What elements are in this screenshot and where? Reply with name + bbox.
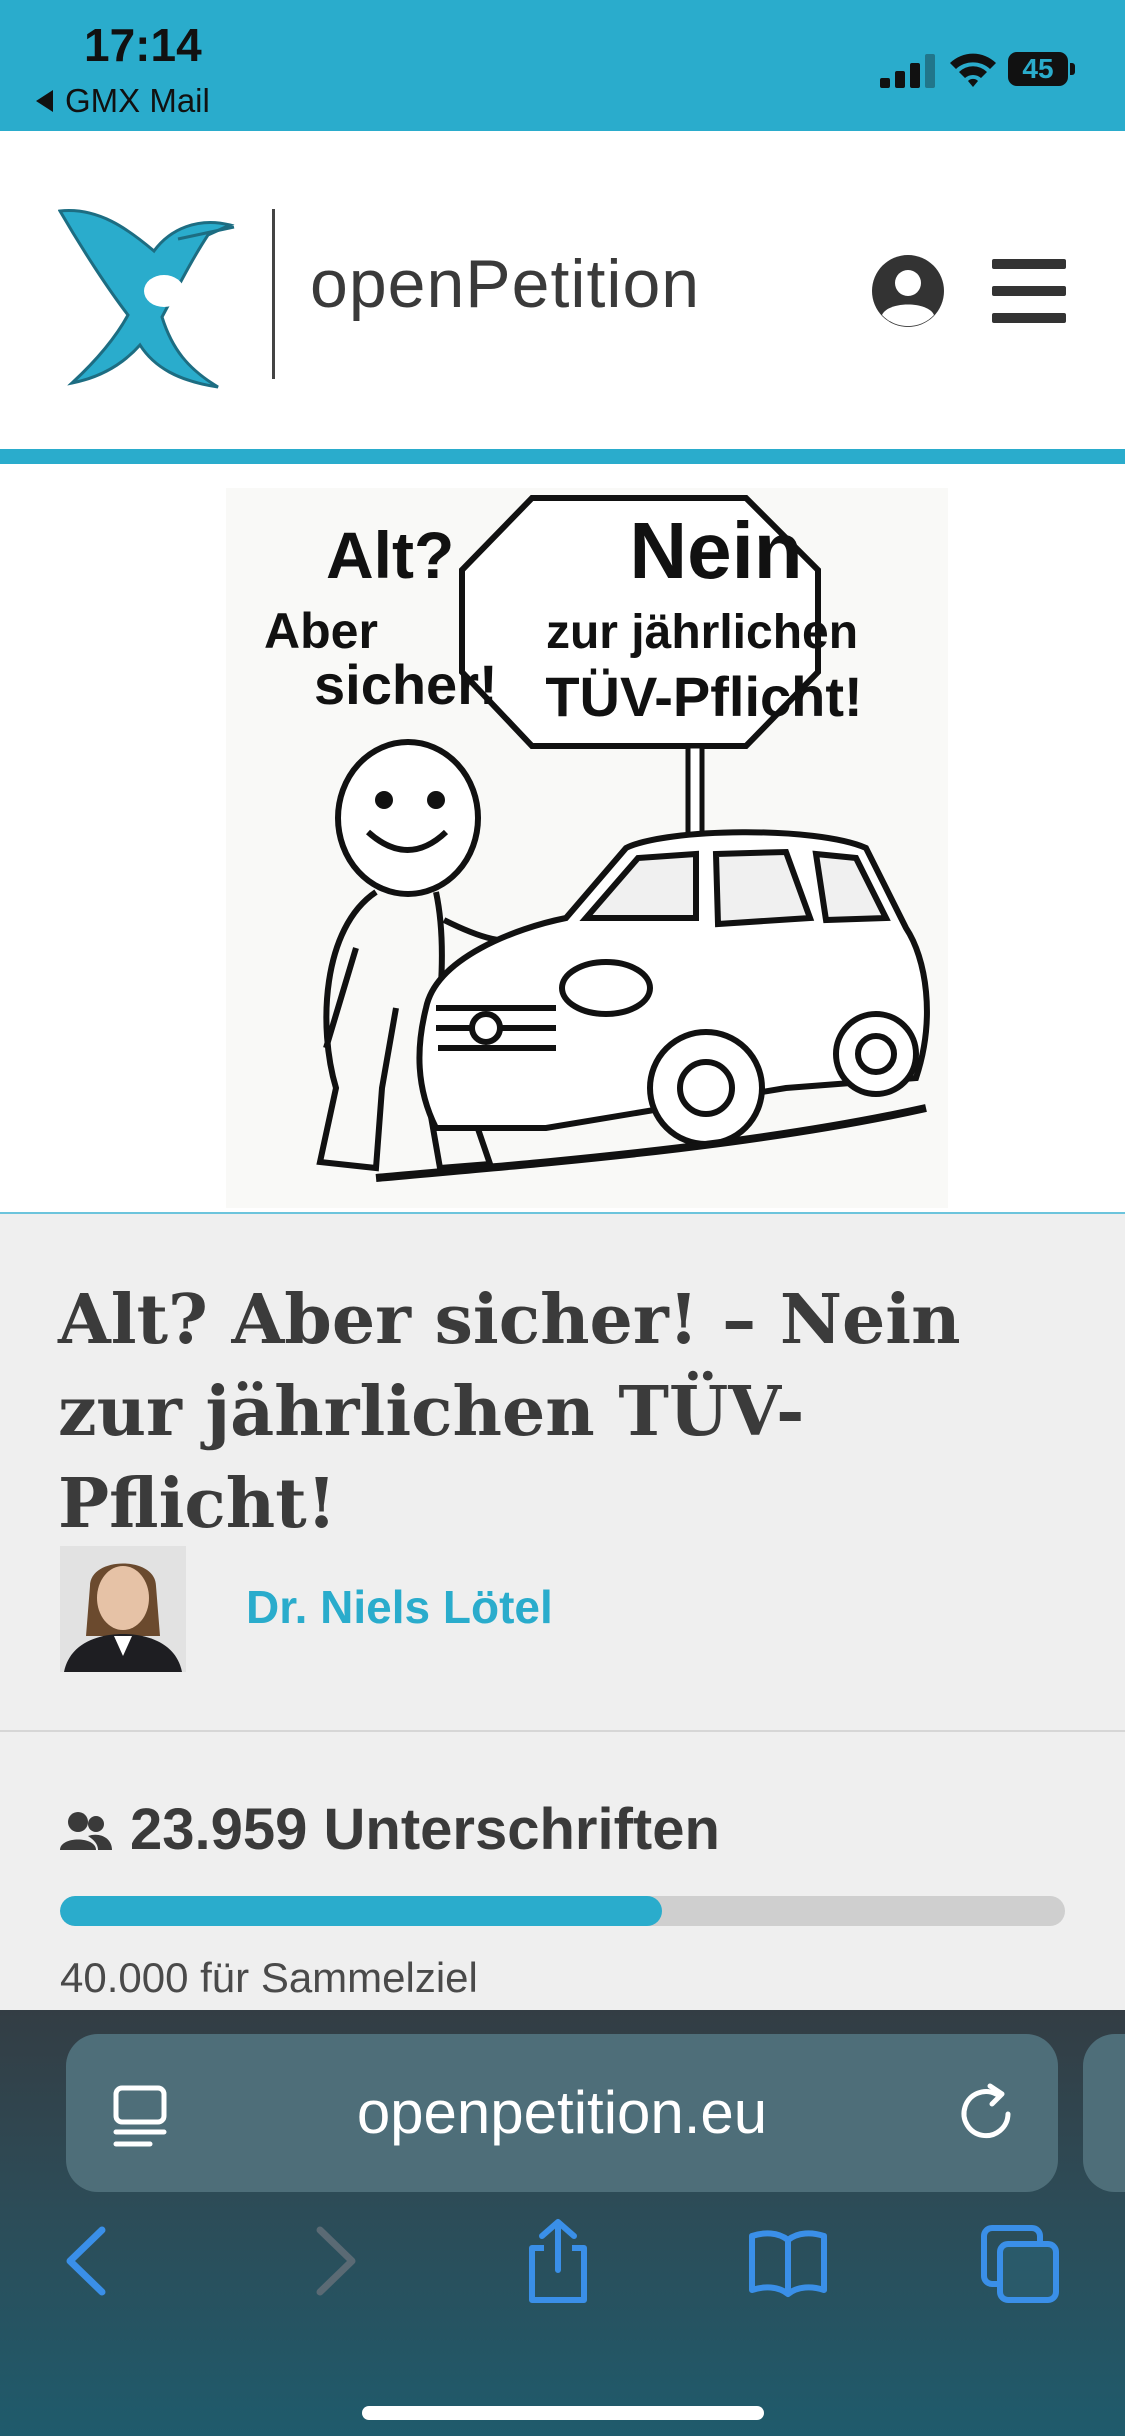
browser-toolbar: openpetition.eu (0, 2010, 1125, 2436)
brand-name[interactable]: openPetition (310, 245, 700, 323)
hero-text-aber: Aber (264, 603, 378, 659)
logo-bird-icon[interactable] (58, 199, 238, 389)
back-to-app-link[interactable]: GMX Mail (36, 82, 210, 120)
tabs-icon[interactable] (980, 2218, 1060, 2304)
back-triangle-icon (36, 90, 53, 112)
site-header: openPetition (0, 131, 1125, 449)
share-icon[interactable] (518, 2218, 598, 2304)
address-bar[interactable]: openpetition.eu (66, 2034, 1058, 2192)
hero-text-tuev: TÜV-Pflicht! (545, 665, 862, 728)
hero-text-sicher: sicher! (314, 653, 498, 716)
hero-text-alt: Alt? (326, 518, 454, 592)
petition-hero-image: Nein zur jährlichen TÜV-Pflicht! Alt? Ab… (226, 488, 948, 1208)
next-tab-preview[interactable] (1083, 2034, 1125, 2192)
wifi-icon (950, 53, 996, 87)
people-icon (60, 1811, 112, 1850)
petition-title: Alt? Aber sicher! – Nein zur jährlichen … (58, 1280, 961, 1544)
status-time: 17:14 (84, 19, 202, 71)
back-icon[interactable] (52, 2218, 132, 2304)
signal-icon (880, 54, 935, 88)
signature-progress-bar (60, 1896, 1065, 1926)
logo-divider (272, 209, 275, 379)
signature-count: 23.959 Unterschriften (60, 1796, 720, 1863)
battery-icon: 45 (1008, 52, 1075, 86)
goal-label: 40.000 für Sammelziel (60, 1954, 478, 2001)
battery-level: 45 (1022, 53, 1054, 84)
hero-text-nein: Nein (629, 506, 802, 595)
header-accent-rule (0, 449, 1125, 464)
author-avatar[interactable] (60, 1546, 186, 1672)
bookmarks-icon[interactable] (748, 2218, 828, 2304)
back-app-label: GMX Mail (65, 82, 210, 119)
signature-progress-fill (60, 1896, 662, 1926)
hero-area: Nein zur jährlichen TÜV-Pflicht! Alt? Ab… (0, 464, 1125, 1212)
account-icon[interactable] (870, 253, 946, 329)
hero-text-zur: zur jährlichen (546, 606, 858, 659)
signature-count-label: 23.959 Unterschriften (130, 1797, 720, 1862)
reload-icon[interactable] (956, 2082, 1018, 2144)
status-bar: 17:14 GMX Mail 45 (0, 0, 1125, 131)
author-name-link[interactable]: Dr. Niels Lötel (246, 1580, 553, 1634)
car-drawing (416, 829, 930, 1147)
menu-icon[interactable] (992, 259, 1066, 323)
forward-icon[interactable] (290, 2218, 370, 2304)
url-text[interactable]: openpetition.eu (66, 2034, 1058, 2192)
section-divider (0, 1730, 1125, 1732)
home-indicator[interactable] (362, 2406, 764, 2420)
